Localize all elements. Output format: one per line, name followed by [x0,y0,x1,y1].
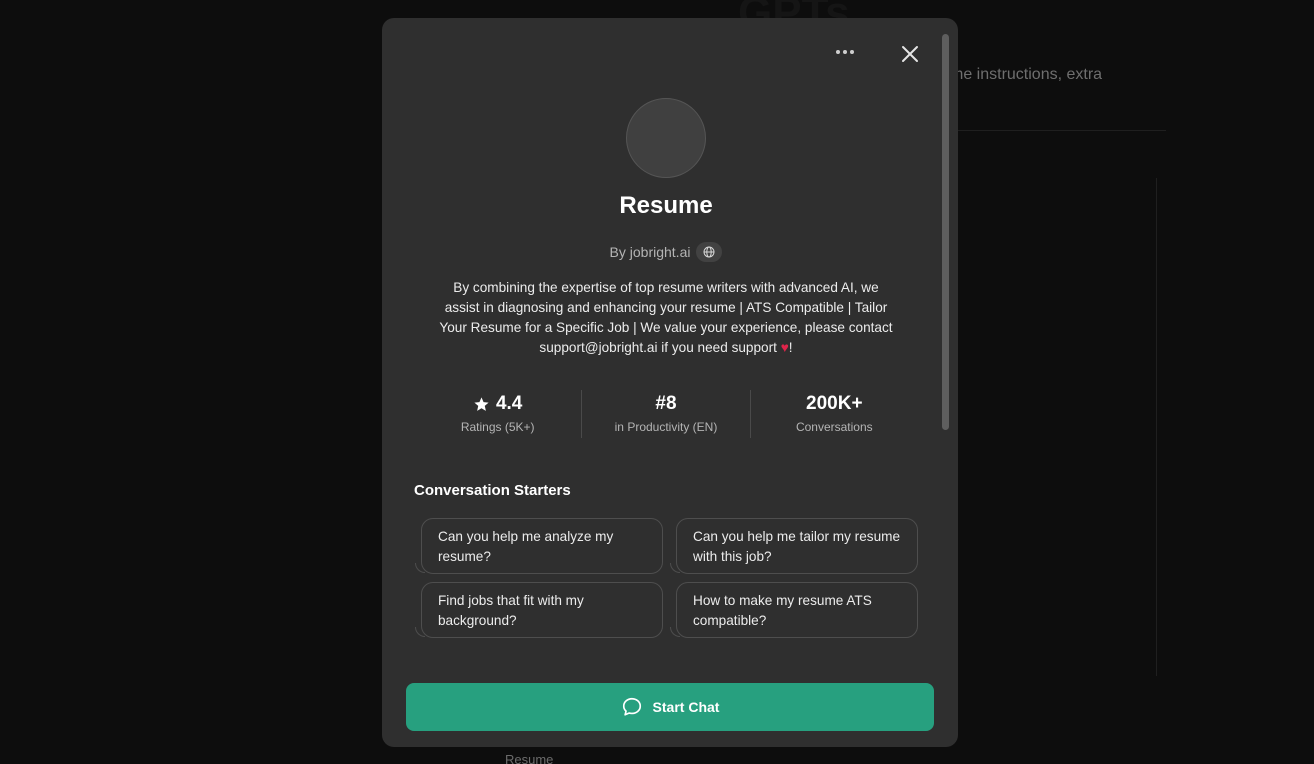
stat-rank-value: #8 [655,393,677,414]
stat-conversations-value: 200K+ [806,393,863,414]
website-link[interactable] [696,242,723,262]
globe-icon [703,246,715,258]
conversation-starter-button[interactable]: Can you help me analyze my resume? [421,518,663,574]
stat-conversations-label: Conversations [795,420,873,434]
description-end: ! [788,340,793,355]
close-button[interactable] [898,42,922,66]
modal-scrollbar[interactable] [942,34,949,430]
conversation-starter-button[interactable]: Can you help me tailor my resume with th… [676,518,918,574]
conversation-starter-button[interactable]: Find jobs that fit with my background? [421,582,663,638]
background-gpt-label: Resume [505,752,554,764]
author-row: By jobright.ai [382,242,950,262]
more-options-button[interactable] [828,40,862,64]
background-divider [956,130,1166,131]
more-icon-dot [850,50,854,54]
close-icon [902,46,918,62]
start-chat-button[interactable]: Start Chat [406,683,934,731]
description-text: By combining the expertise of top resume… [439,280,893,355]
background-description: me instructions, extra [950,66,1103,83]
stat-conversations: 200K+ Conversations [751,390,918,438]
stat-rating-value-row: 4.4 [473,390,522,418]
conversation-starter-button[interactable]: How to make my resume ATS compatible? [676,582,918,638]
start-chat-label: Start Chat [652,699,720,715]
conversation-starters-heading: Conversation Starters [414,482,571,499]
more-icon [836,50,840,54]
author-label: By jobright.ai [609,244,691,260]
gpt-description: By combining the expertise of top resume… [438,278,894,358]
star-icon [474,396,489,411]
more-icon-dot [843,50,847,54]
gpt-details-modal: Resume By jobright.ai By combining the e… [382,18,958,747]
stat-rating-value: 4.4 [495,393,523,414]
background-panel-border [1156,178,1157,676]
stats-row: 4.4 Ratings (5K+) #8 in Productivity (EN… [414,390,918,438]
stat-rating-label: Ratings (5K+) [460,420,535,434]
stat-rating: 4.4 Ratings (5K+) [414,390,581,438]
chat-bubble-icon [622,697,641,716]
stat-rank: #8 in Productivity (EN) [582,390,749,438]
stat-rank-label: in Productivity (EN) [614,420,718,434]
heart-icon: ♥ [780,340,789,355]
gpt-name: Resume [619,192,713,219]
gpt-avatar [626,98,706,178]
